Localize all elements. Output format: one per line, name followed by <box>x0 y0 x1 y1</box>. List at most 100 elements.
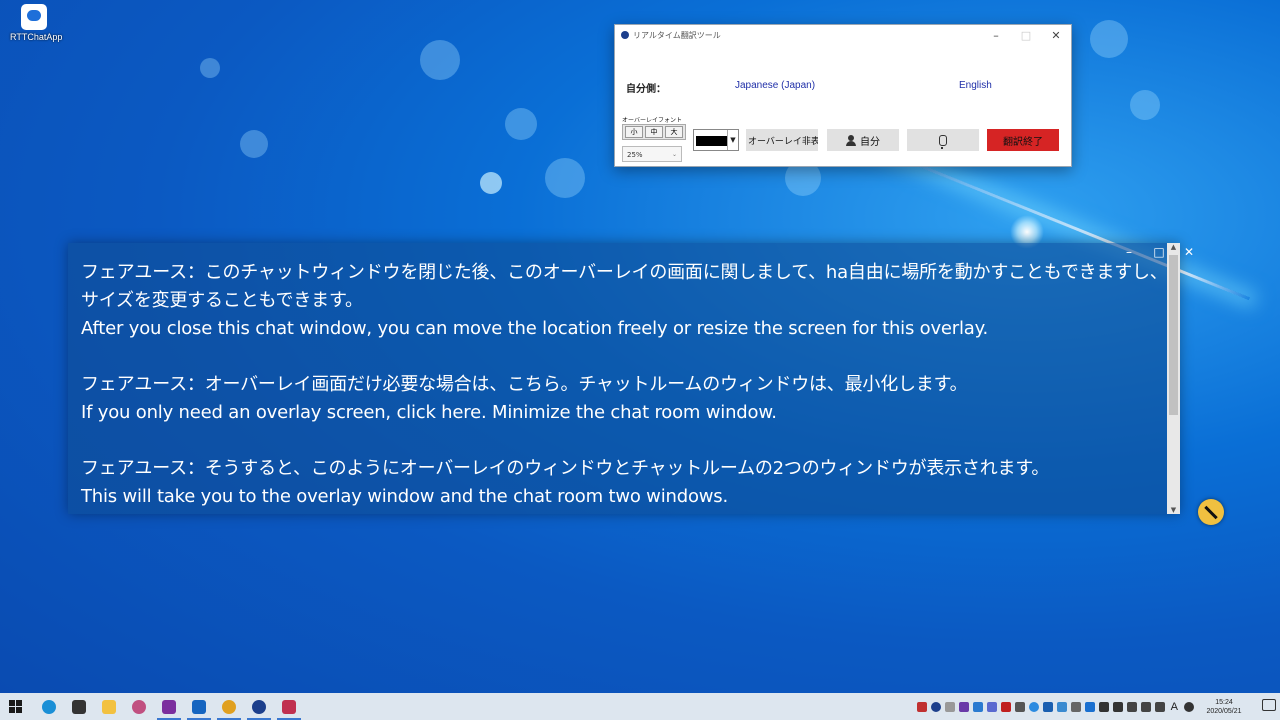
overlay-scrollbar[interactable]: ▲ ▼ <box>1167 243 1180 514</box>
bokeh <box>240 130 268 158</box>
resize-cursor-icon <box>1198 499 1224 525</box>
bokeh <box>480 172 502 194</box>
taskbar-translator[interactable] <box>244 693 274 720</box>
tray-icon[interactable] <box>1098 701 1109 712</box>
bokeh <box>420 40 460 80</box>
overlay-transcript: フェアユース：このチャットウィンドウを閉じた後、このオーバーレイの画面に関しまし… <box>81 259 1169 539</box>
message: フェアユース：そうすると、このようにオーバーレイのウィンドウとチャットルームの2… <box>81 455 1169 511</box>
snip-icon <box>132 699 146 714</box>
scrollbar-thumb[interactable] <box>1169 255 1178 415</box>
chat-app-icon <box>21 4 47 30</box>
battery-icon[interactable] <box>1126 701 1137 712</box>
taskbar: A 15:24 2020/05/21 <box>0 693 1280 720</box>
tray-icon[interactable] <box>944 701 955 712</box>
tray-icon[interactable] <box>986 701 997 712</box>
target-language-select[interactable]: English <box>959 80 992 91</box>
desktop-icon-label: RTTChatApp <box>10 32 63 42</box>
overlay-window[interactable]: フェアユース：このチャットウィンドウを閉じた後、このオーバーレイの画面に関しまし… <box>68 243 1180 514</box>
tray-icon[interactable] <box>916 701 927 712</box>
ime-indicator[interactable]: A <box>1171 701 1178 713</box>
tray-icon[interactable] <box>1014 701 1025 712</box>
outlook-icon <box>192 699 206 714</box>
tray-icon[interactable] <box>972 701 983 712</box>
start-button[interactable] <box>0 693 30 720</box>
bokeh <box>1090 20 1128 58</box>
paint-icon <box>222 699 236 714</box>
taskbar-paint[interactable] <box>214 693 244 720</box>
folder-icon <box>102 699 116 714</box>
opacity-select[interactable]: 25% ⌄ <box>622 146 682 162</box>
font-size-small-button[interactable]: 小 <box>625 126 643 138</box>
taskbar-edge[interactable] <box>34 693 64 720</box>
font-size-large-button[interactable]: 大 <box>665 126 683 138</box>
notes-icon <box>72 699 86 714</box>
maximize-button[interactable]: □ <box>1011 29 1041 42</box>
bokeh <box>1130 90 1160 120</box>
taskbar-outlook[interactable] <box>184 693 214 720</box>
tray-icon[interactable] <box>930 701 941 712</box>
bokeh <box>545 158 585 198</box>
scroll-down-icon[interactable]: ▼ <box>1167 506 1180 514</box>
chevron-down-icon: ⌄ <box>671 151 677 158</box>
opacity-value: 25% <box>627 151 643 159</box>
tray-icon[interactable] <box>1184 701 1194 712</box>
tray-icon[interactable] <box>1000 701 1011 712</box>
taskbar-file-explorer[interactable] <box>94 693 124 720</box>
taskbar-snipping[interactable] <box>124 693 154 720</box>
clock[interactable]: 15:24 2020/05/21 <box>1196 698 1252 716</box>
message: フェアユース：オーバーレイ画面だけ必要な場合は、こちら。チャットルームのウィンド… <box>81 371 1169 427</box>
self-side-label: 自分側： <box>626 84 666 95</box>
close-button[interactable]: ✕ <box>1041 29 1071 42</box>
tray-icon[interactable] <box>1042 701 1053 712</box>
self-button[interactable]: 自分 <box>827 129 899 151</box>
windows-logo-icon <box>8 700 22 713</box>
message: フェアユース：このチャットウィンドウを閉じた後、このオーバーレイの画面に関しまし… <box>81 259 1169 343</box>
tray-icon[interactable] <box>1056 701 1067 712</box>
person-icon <box>846 134 856 146</box>
onenote-icon <box>162 699 176 714</box>
bluetooth-icon[interactable] <box>1084 701 1095 712</box>
taskbar-onenote[interactable] <box>154 693 184 720</box>
system-tray: A 15:24 2020/05/21 <box>915 693 1252 720</box>
tray-icon[interactable] <box>1070 701 1081 712</box>
message-japanese: フェアユース：このチャットウィンドウを閉じた後、このオーバーレイの画面に関しまし… <box>81 262 1168 311</box>
end-translation-button[interactable]: 翻訳終了 <box>987 129 1059 151</box>
translator-titlebar[interactable]: リアルタイム翻訳ツール – □ ✕ <box>615 25 1071 45</box>
overlay-font-group: オーバーレイフォント 小 中 大 <box>622 115 686 140</box>
overlay-minimize-button[interactable]: – <box>1114 245 1144 259</box>
dropdown-arrow-icon: ▼ <box>727 130 738 150</box>
source-language-select[interactable]: Japanese (Japan) <box>735 80 815 91</box>
tray-icon[interactable] <box>958 701 969 712</box>
clock-time: 15:24 <box>1215 698 1233 706</box>
overlay-font-caption: オーバーレイフォント <box>622 117 682 124</box>
app-icon <box>621 31 629 39</box>
wifi-icon[interactable] <box>1154 701 1165 712</box>
microphone-icon <box>939 134 947 149</box>
self-button-label: 自分 <box>860 136 880 148</box>
volume-icon[interactable] <box>1140 701 1151 712</box>
color-swatch <box>696 136 728 146</box>
microphone-tray-icon[interactable] <box>1112 701 1123 712</box>
message-japanese: フェアユース：オーバーレイ画面だけ必要な場合は、こちら。チャットルームのウィンド… <box>81 374 968 395</box>
overlay-window-controls: – □ ✕ <box>1114 245 1280 259</box>
window-title: リアルタイム翻訳ツール <box>633 30 721 40</box>
overlay-color-picker[interactable]: ▼ <box>693 129 739 151</box>
message-japanese: フェアユース：そうすると、このようにオーバーレイのウィンドウとチャットルームの2… <box>81 458 1050 479</box>
onedrive-icon[interactable] <box>1028 701 1039 712</box>
minimize-button[interactable]: – <box>981 29 1011 42</box>
clock-date: 2020/05/21 <box>1206 707 1242 715</box>
font-size-medium-button[interactable]: 中 <box>645 126 663 138</box>
bokeh <box>200 58 220 78</box>
microphone-button[interactable] <box>907 129 979 151</box>
translator-app-icon <box>252 699 266 714</box>
notification-icon[interactable] <box>1262 699 1276 711</box>
taskbar-sticky-notes[interactable] <box>64 693 94 720</box>
photos-icon <box>282 699 296 714</box>
taskbar-photos[interactable] <box>274 693 304 720</box>
desktop-icon-rttchatapp[interactable]: RTTChatApp <box>10 4 63 42</box>
message-english: This will take you to the overlay window… <box>81 486 728 507</box>
bokeh <box>505 108 537 140</box>
hide-overlay-button[interactable]: オーバーレイ非表示 <box>746 129 818 151</box>
scroll-up-icon[interactable]: ▲ <box>1167 243 1180 251</box>
edge-icon <box>42 699 56 714</box>
